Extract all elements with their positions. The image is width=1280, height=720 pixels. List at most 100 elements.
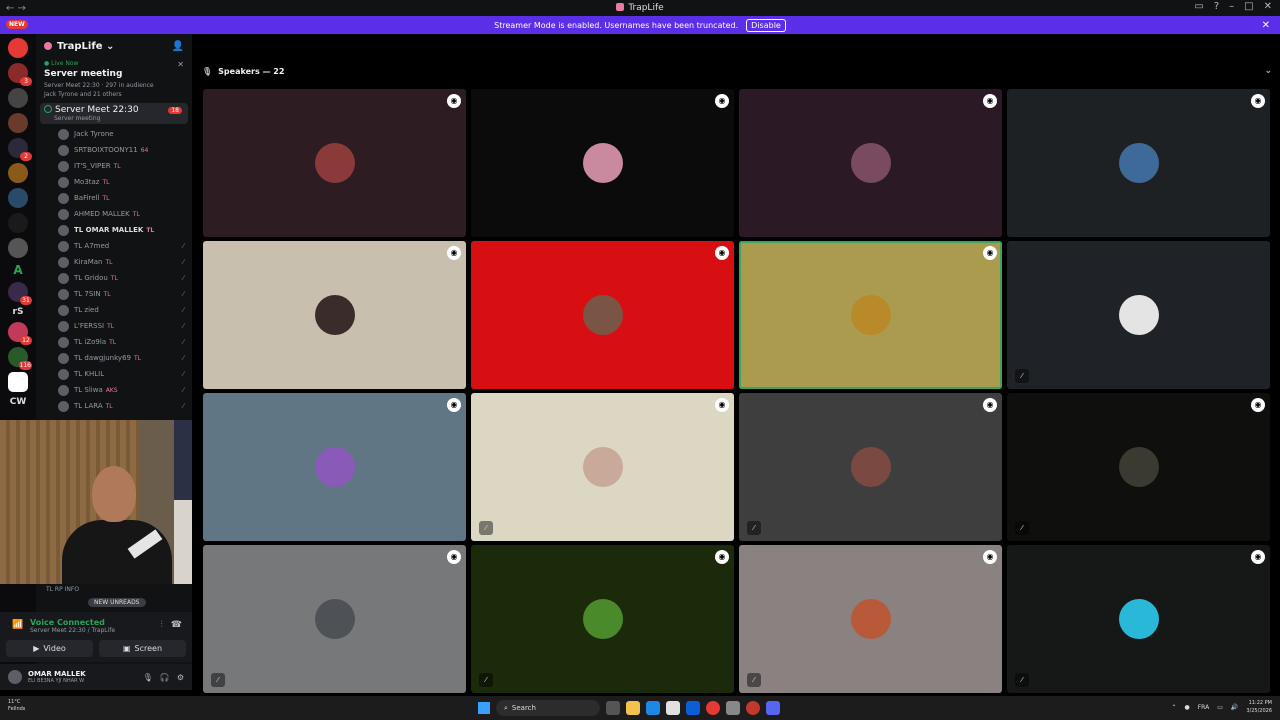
voice-member[interactable]: TL Sliwa AKS ⁄ — [58, 382, 192, 398]
edge-icon[interactable] — [646, 701, 660, 715]
file-explorer-icon[interactable] — [626, 701, 640, 715]
user-avatar[interactable] — [8, 670, 22, 684]
watch-stream-icon[interactable]: ◉ — [983, 246, 997, 260]
voice-member[interactable]: SRTBOIXTOONY11 64 — [58, 142, 192, 158]
clock[interactable]: 11:22 PM 3/25/2026 — [1246, 699, 1272, 715]
start-button[interactable] — [478, 702, 490, 714]
voice-member[interactable]: AHMED MALLEK TL — [58, 206, 192, 222]
mail-icon[interactable] — [686, 701, 700, 715]
voice-member[interactable]: TL dawgjunky69 TL ⁄ — [58, 350, 192, 366]
banner-close-icon[interactable]: ✕ — [1262, 20, 1270, 31]
speaker-tile[interactable]: ◉ ⁄ — [203, 545, 466, 693]
watch-stream-icon[interactable]: ◉ — [715, 94, 729, 108]
maximize-button[interactable]: □ — [1244, 1, 1253, 12]
voice-member[interactable]: IT'S_VIPER TL — [58, 158, 192, 174]
voice-member[interactable]: TL OMAR MALLEK TL — [58, 222, 192, 238]
store-icon[interactable] — [666, 701, 680, 715]
speaker-tile[interactable]: ⁄ — [1007, 241, 1270, 389]
noise-suppression-icon[interactable]: ⫶ — [161, 620, 163, 630]
dismiss-icon[interactable]: ✕ — [177, 60, 184, 69]
live-event-card[interactable]: ● Live Now Server meeting Server Meet 22… — [36, 58, 192, 101]
speaker-tile[interactable]: ◉ — [203, 89, 466, 237]
channel-rp-info[interactable]: TL RP INFO — [46, 586, 79, 593]
watch-stream-icon[interactable]: ◉ — [447, 398, 461, 412]
network-icon[interactable]: ▭ — [1217, 704, 1223, 711]
voice-member[interactable]: TL LARA TL ⁄ — [58, 398, 192, 414]
taskbar-search[interactable]: ⌕ Search — [496, 700, 600, 716]
voice-status[interactable]: Voice Connected — [10, 618, 182, 627]
voice-member[interactable]: Mo3taz TL — [58, 174, 192, 190]
voice-member[interactable]: L'FERSSI TL ⁄ — [58, 318, 192, 334]
watch-stream-icon[interactable]: ◉ — [1251, 550, 1265, 564]
steam-icon[interactable] — [726, 701, 740, 715]
rail-server[interactable]: 2 — [8, 138, 32, 161]
tray-app-icon[interactable]: ● — [1184, 704, 1189, 711]
speaker-tile[interactable]: ◉ — [1007, 89, 1270, 237]
watch-stream-icon[interactable]: ◉ — [1251, 94, 1265, 108]
rail-server[interactable] — [8, 213, 28, 233]
volume-icon[interactable]: 🔊 — [1231, 704, 1238, 711]
watch-stream-icon[interactable]: ◉ — [447, 550, 461, 564]
close-button[interactable]: ✕ — [1264, 1, 1272, 12]
speaker-tile[interactable]: ◉ ⁄ — [471, 393, 734, 541]
help-icon[interactable]: ? — [1214, 1, 1219, 12]
rail-server-active[interactable] — [8, 372, 28, 392]
voice-member[interactable]: TL KHLIL ⁄ — [58, 366, 192, 382]
discord-icon[interactable] — [766, 701, 780, 715]
collapse-chevron-icon[interactable]: ⌄ — [1264, 66, 1272, 76]
rail-server-cw[interactable]: CW — [10, 397, 27, 407]
watch-stream-icon[interactable]: ◉ — [983, 550, 997, 564]
minimize-button[interactable]: – — [1229, 1, 1234, 12]
voice-channel-server-meet[interactable]: Server Meet 22:30 Server meeting 18 — [40, 103, 188, 124]
rail-server-rs[interactable]: rS — [13, 307, 24, 317]
chrome-icon[interactable] — [706, 701, 720, 715]
voice-member[interactable]: TL iZo9la TL ⁄ — [58, 334, 192, 350]
speaker-tile[interactable]: ◉ ⁄ — [471, 545, 734, 693]
rail-server[interactable] — [8, 113, 28, 133]
speaker-tile[interactable]: ◉ ⁄ — [1007, 545, 1270, 693]
add-user-icon[interactable]: 👤 — [172, 41, 184, 52]
screen-share-button[interactable]: ▣ Screen — [99, 640, 186, 657]
voice-member[interactable]: BaFirell TL — [58, 190, 192, 206]
app-icon[interactable] — [746, 701, 760, 715]
watch-stream-icon[interactable]: ◉ — [983, 94, 997, 108]
rail-server[interactable] — [8, 163, 28, 183]
watch-stream-icon[interactable]: ◉ — [715, 246, 729, 260]
weather-widget[interactable]: 11°C Fellnds — [8, 699, 25, 713]
voice-member[interactable]: TL 7SIN TL ⁄ — [58, 286, 192, 302]
speaker-tile[interactable]: ◉ ⁄ — [1007, 393, 1270, 541]
new-unreads-button[interactable]: NEW UNREADS — [88, 598, 146, 607]
disable-streamer-button[interactable]: Disable — [746, 18, 786, 32]
rail-server[interactable] — [8, 238, 28, 258]
speaker-tile[interactable]: ◉ ⁄ — [739, 393, 1002, 541]
video-button[interactable]: ▶ Video — [6, 640, 93, 657]
speaker-tile[interactable]: ◉ — [203, 241, 466, 389]
input-language[interactable]: FRA — [1198, 704, 1209, 711]
speaker-tile[interactable]: ◉ — [203, 393, 466, 541]
speaker-tile[interactable]: ◉ — [739, 89, 1002, 237]
settings-gear-icon[interactable]: ⚙ — [177, 673, 184, 682]
rail-server[interactable] — [8, 188, 28, 208]
disconnect-icon[interactable]: ☎ — [171, 620, 182, 630]
microphone-icon[interactable]: 🎙 — [143, 673, 153, 682]
voice-member[interactable]: KiraMan TL ⁄ — [58, 254, 192, 270]
server-header[interactable]: TrapLife ⌄ 👤 — [36, 34, 192, 58]
rail-server-new[interactable] — [8, 38, 28, 58]
watch-stream-icon[interactable]: ◉ — [715, 398, 729, 412]
speaker-tile[interactable]: ◉ — [471, 89, 734, 237]
watch-stream-icon[interactable]: ◉ — [447, 94, 461, 108]
voice-member[interactable]: TL Gridou TL ⁄ — [58, 270, 192, 286]
tray-chevron-icon[interactable]: ⌃ — [1171, 704, 1176, 711]
speaker-tile[interactable]: ◉ — [471, 241, 734, 389]
task-view-icon[interactable] — [606, 701, 620, 715]
rail-server[interactable]: 116 — [8, 347, 32, 370]
rail-server[interactable]: 12 — [8, 322, 32, 345]
inbox-icon[interactable]: ▭ — [1194, 1, 1203, 12]
voice-member[interactable]: TL A7med ⁄ — [58, 238, 192, 254]
watch-stream-icon[interactable]: ◉ — [1251, 398, 1265, 412]
voice-member[interactable]: Jack Tyrone — [58, 126, 192, 142]
watch-stream-icon[interactable]: ◉ — [447, 246, 461, 260]
rail-server[interactable]: 31 — [8, 282, 32, 305]
speaker-tile[interactable]: ◉ — [739, 241, 1002, 389]
headphones-icon[interactable]: 🎧 — [160, 673, 170, 682]
